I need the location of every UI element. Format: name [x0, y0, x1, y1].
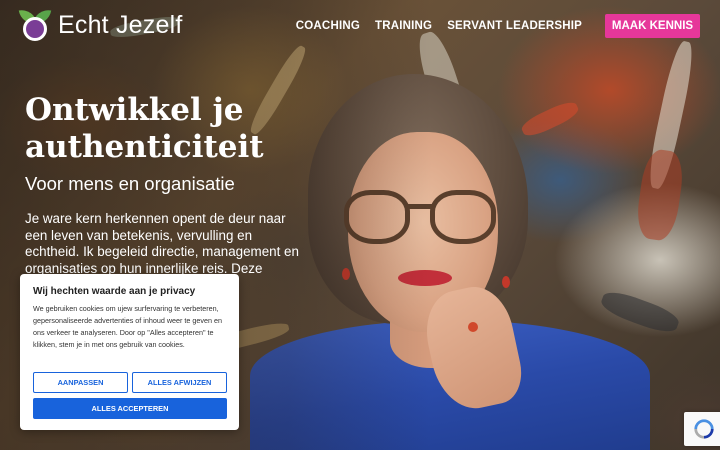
- cookie-title: Wij hechten waarde aan je privacy: [33, 286, 196, 297]
- accept-all-button[interactable]: ALLES ACCEPTEREN: [33, 398, 227, 419]
- recaptcha-badge[interactable]: [684, 412, 720, 446]
- nav-item-coaching[interactable]: COACHING: [296, 20, 360, 32]
- recaptcha-icon: [694, 419, 714, 439]
- nav-item-training[interactable]: TRAINING: [375, 20, 432, 32]
- brand-name: Echt Jezelf: [58, 10, 183, 39]
- hero-title: Ontwikkel je authenticiteit: [25, 92, 264, 165]
- hero-body: Je ware kern herkennen opent de deur naa…: [25, 211, 299, 276]
- leaf-person-logo-icon: [18, 7, 52, 41]
- customize-cookies-button[interactable]: AANPASSEN: [33, 372, 128, 393]
- nav-item-servant-leadership[interactable]: SERVANT LEADERSHIP: [447, 20, 582, 32]
- hero-subtitle: Voor mens en organisatie: [25, 173, 235, 194]
- main-nav: COACHING TRAINING SERVANT LEADERSHIP: [296, 20, 582, 32]
- site-header: Echt Jezelf COACHING TRAINING SERVANT LE…: [0, 0, 720, 52]
- site-logo[interactable]: Echt Jezelf: [18, 7, 183, 41]
- cookie-button-row: AANPASSEN ALLES AFWIJZEN: [33, 372, 227, 393]
- maak-kennis-button[interactable]: MAAK KENNIS: [605, 14, 700, 38]
- cookie-text: We gebruiken cookies om ujew surfervarin…: [33, 304, 223, 349]
- reject-all-button[interactable]: ALLES AFWIJZEN: [132, 372, 227, 393]
- cookie-consent-banner: Wij hechten waarde aan je privacy We geb…: [20, 274, 239, 430]
